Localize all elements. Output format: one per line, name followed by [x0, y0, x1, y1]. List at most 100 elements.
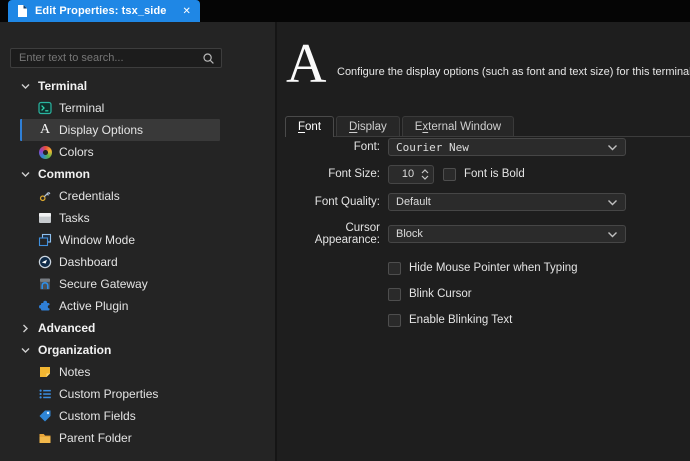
tree-item-label: Custom Properties — [59, 387, 159, 401]
tab-font[interactable]: Font — [285, 116, 335, 137]
blink-cursor-checkbox[interactable] — [388, 287, 401, 301]
font-size-label: Font Size: — [328, 168, 380, 180]
font-label: Font: — [353, 141, 380, 153]
tree-group-common[interactable]: Common — [0, 163, 275, 185]
spinner-down-icon[interactable] — [421, 175, 429, 180]
enable-blinking-text-checkbox[interactable] — [388, 313, 401, 327]
tree-item-colors[interactable]: Colors — [0, 141, 275, 163]
chevron-down-icon — [21, 347, 30, 353]
font-quality-value: Default — [396, 196, 431, 208]
font-size-row: Font Size: 10 Font is Bold — [285, 164, 682, 184]
tree-item-window-mode[interactable]: Window Mode — [0, 229, 275, 251]
tree-item-notes[interactable]: Notes — [0, 361, 275, 383]
tree-item-label: Active Plugin — [59, 299, 129, 313]
cursor-appearance-value: Block — [396, 228, 423, 240]
credentials-icon — [38, 189, 52, 203]
spinner-arrows[interactable] — [421, 168, 429, 180]
tree-group-label: Organization — [38, 343, 112, 357]
colors-icon — [38, 145, 52, 159]
tree-item-custom-properties[interactable]: Custom Properties — [0, 383, 275, 405]
font-quality-select[interactable]: Default — [388, 193, 626, 211]
tab-external-window[interactable]: External Window — [401, 116, 515, 136]
tree-item-dashboard[interactable]: Dashboard — [0, 251, 275, 273]
edit-properties-window: Edit Properties: tsx_side ✕ Terminal Ter… — [0, 0, 690, 461]
chevron-down-icon — [21, 171, 30, 177]
tasks-icon — [38, 211, 52, 225]
font-size-value: 10 — [401, 168, 415, 180]
display-options-tabstrip: Font Display External Window — [285, 116, 690, 137]
search-input[interactable] — [11, 52, 201, 64]
tree-item-tasks[interactable]: Tasks — [0, 207, 275, 229]
window-tab-bar: Edit Properties: tsx_side ✕ — [0, 0, 690, 22]
custom-fields-icon — [38, 409, 52, 423]
tree-item-secure-gateway[interactable]: Secure Gateway — [0, 273, 275, 295]
display-options-page: A Configure the display options (such as… — [279, 22, 690, 461]
tree-item-label: Secure Gateway — [59, 277, 148, 291]
hide-mouse-pointer-checkbox[interactable] — [388, 261, 401, 275]
font-tab-panel: Font: Courier New Font Size: 10 Font is … — [285, 138, 682, 329]
close-icon[interactable]: ✕ — [183, 6, 191, 17]
chevron-right-icon — [23, 324, 28, 332]
tree-group-label: Advanced — [38, 321, 96, 335]
enable-blinking-text-row: Enable Blinking Text — [285, 311, 682, 329]
tree-group-label: Terminal — [38, 79, 88, 93]
tree-group-organization[interactable]: Organization — [0, 339, 275, 361]
window-tab-title: Edit Properties: tsx_side — [35, 5, 167, 17]
enable-blinking-text-label: Enable Blinking Text — [409, 314, 513, 326]
settings-sidebar: Terminal Terminal A Display Options Colo… — [0, 22, 277, 461]
tree-item-display-options[interactable]: A Display Options — [0, 119, 275, 141]
hide-mouse-pointer-row: Hide Mouse Pointer when Typing — [285, 259, 682, 277]
chevron-down-icon — [608, 231, 617, 237]
tree-item-label: Dashboard — [59, 255, 118, 269]
tree-item-parent-folder[interactable]: Parent Folder — [0, 427, 275, 449]
tree-item-label: Colors — [59, 145, 94, 159]
font-is-bold-checkbox[interactable] — [443, 167, 456, 181]
tab-display[interactable]: Display — [336, 116, 400, 136]
cursor-appearance-row: Cursor Appearance: Block — [285, 222, 682, 246]
window-mode-icon — [38, 233, 52, 247]
tree-item-terminal[interactable]: Terminal — [0, 97, 275, 119]
tree-group-label: Common — [38, 167, 90, 181]
cursor-appearance-label: Cursor Appearance: — [314, 222, 380, 246]
terminal-icon — [38, 101, 52, 115]
chevron-down-icon — [21, 83, 30, 89]
search-box — [10, 48, 222, 68]
tree-item-active-plugin[interactable]: Active Plugin — [0, 295, 275, 317]
dashboard-icon — [38, 255, 52, 269]
chevron-down-icon — [608, 144, 617, 150]
notes-icon — [38, 365, 52, 379]
hide-mouse-pointer-label: Hide Mouse Pointer when Typing — [409, 262, 578, 274]
tree-item-label: Tasks — [59, 211, 90, 225]
tree-item-label: Custom Fields — [59, 409, 136, 423]
font-is-bold-label: Font is Bold — [464, 168, 525, 180]
blink-cursor-label: Blink Cursor — [409, 288, 472, 300]
font-size-spinner[interactable]: 10 — [388, 164, 434, 184]
tree-item-label: Window Mode — [59, 233, 136, 247]
chevron-down-icon — [608, 199, 617, 205]
parent-folder-icon — [38, 431, 52, 445]
document-tab[interactable]: Edit Properties: tsx_side ✕ — [8, 0, 200, 22]
tree-group-advanced[interactable]: Advanced — [0, 317, 275, 339]
custom-properties-icon — [38, 387, 52, 401]
tree-item-custom-fields[interactable]: Custom Fields — [0, 405, 275, 427]
document-icon — [15, 4, 29, 18]
tree-item-label: Notes — [59, 365, 91, 379]
tree-item-label: Parent Folder — [59, 431, 132, 445]
search-icon[interactable] — [201, 51, 215, 65]
cursor-appearance-select[interactable]: Block — [388, 225, 626, 243]
tree-item-label: Terminal — [59, 101, 105, 115]
font-quality-row: Font Quality: Default — [285, 193, 682, 211]
blink-cursor-row: Blink Cursor — [285, 285, 682, 303]
font-select[interactable]: Courier New — [388, 138, 626, 156]
active-plugin-icon — [38, 299, 52, 313]
display-options-page-icon: A — [286, 33, 327, 95]
display-options-icon: A — [39, 122, 51, 137]
tree-item-label: Display Options — [59, 123, 144, 137]
tree-group-terminal[interactable]: Terminal — [0, 75, 275, 97]
tree-item-label: Credentials — [59, 189, 120, 203]
tree-item-credentials[interactable]: Credentials — [0, 185, 275, 207]
font-quality-label: Font Quality: — [314, 196, 380, 208]
spinner-up-icon[interactable] — [421, 168, 429, 174]
page-description: Configure the display options (such as f… — [337, 66, 690, 78]
settings-tree: Terminal Terminal A Display Options Colo… — [0, 75, 275, 449]
